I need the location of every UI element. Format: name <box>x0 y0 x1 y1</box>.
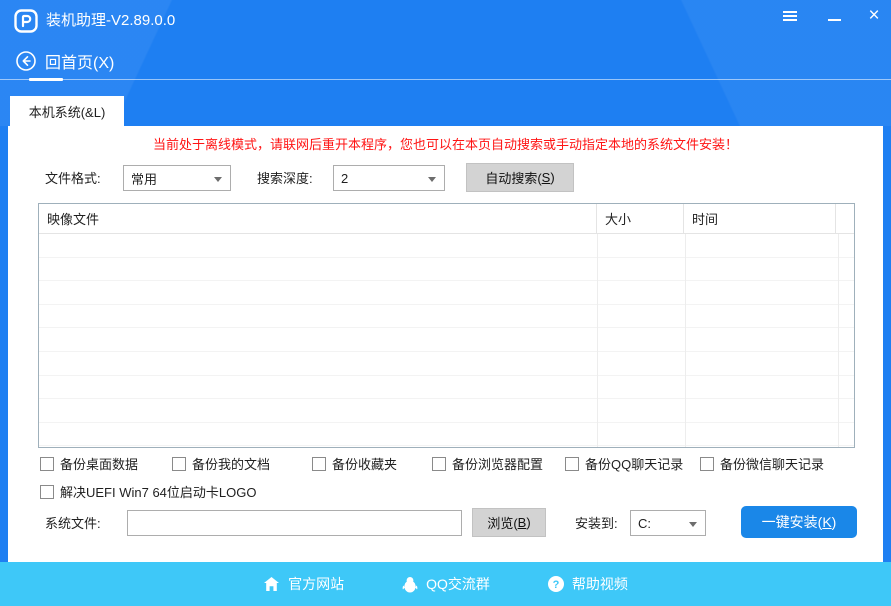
list-body <box>39 234 854 447</box>
column-header-size[interactable]: 大小 <box>597 204 684 233</box>
checkbox-label: 备份收藏夹 <box>332 454 397 473</box>
checkbox-icon <box>565 457 579 471</box>
chevron-down-icon <box>689 522 697 527</box>
list-row <box>39 352 854 376</box>
checkbox-backup-qq-chat[interactable]: 备份QQ聊天记录 <box>565 454 683 473</box>
column-header-time[interactable]: 时间 <box>684 204 836 233</box>
browse-mnemonic: B <box>518 515 527 530</box>
list-row <box>39 258 854 282</box>
file-format-label: 文件格式: <box>45 166 101 192</box>
footer-link-label: 帮助视频 <box>572 574 628 594</box>
chevron-down-icon <box>428 177 436 182</box>
main-panel: 当前处于离线模式，请联网后重开本程序，您也可以在本页自动搜索或手动指定本地的系统… <box>8 126 883 562</box>
list-row <box>39 399 854 423</box>
checkbox-uefi-logo-fix[interactable]: 解决UEFI Win7 64位启动卡LOGO <box>40 482 256 501</box>
titlebar: 装机助理-V2.89.0.0 × <box>0 0 891 42</box>
window-title: 装机助理-V2.89.0.0 <box>46 0 175 42</box>
home-icon <box>263 576 280 592</box>
question-circle-icon: ? <box>548 576 564 592</box>
list-header: 映像文件 大小 时间 <box>39 204 854 234</box>
back-home-label: 回首页(X) <box>45 49 114 73</box>
search-depth-select[interactable]: 2 <box>333 165 445 191</box>
minimize-button[interactable] <box>817 0 851 32</box>
auto-search-label: 自动搜索( <box>485 168 541 187</box>
close-button[interactable]: × <box>857 0 891 32</box>
checkbox-icon <box>700 457 714 471</box>
checkbox-icon <box>40 485 54 499</box>
list-row <box>39 234 854 258</box>
tab-label: 本机系统(&L) <box>29 102 106 121</box>
list-row <box>39 376 854 400</box>
qq-penguin-icon <box>402 576 418 593</box>
system-file-input[interactable] <box>127 510 462 536</box>
browse-suffix: ) <box>526 515 530 530</box>
footer-link-label: 官方网站 <box>288 574 344 594</box>
back-home-button[interactable]: 回首页(X) <box>16 42 114 79</box>
checkbox-backup-browser-config[interactable]: 备份浏览器配置 <box>432 454 543 473</box>
checkbox-label: 备份我的文档 <box>192 454 270 473</box>
install-drive-value: C: <box>638 516 651 531</box>
app-logo-icon <box>14 9 38 33</box>
nav-active-indicator <box>29 78 63 81</box>
list-row <box>39 281 854 305</box>
file-format-value: 常用 <box>131 169 157 188</box>
app-window: 装机助理-V2.89.0.0 × 回首页(X) 本机系统(&L) 当前处于离线模… <box>0 0 891 606</box>
qq-group-link[interactable]: QQ交流群 <box>402 574 490 594</box>
minimize-icon <box>828 19 841 21</box>
checkbox-backup-desktop[interactable]: 备份桌面数据 <box>40 454 138 473</box>
checkbox-backup-favorites[interactable]: 备份收藏夹 <box>312 454 397 473</box>
footer-link-label: QQ交流群 <box>426 574 490 594</box>
chevron-down-icon <box>214 177 222 182</box>
footer: 官方网站 QQ交流群 ? 帮助视频 <box>0 562 891 606</box>
column-header-image-file[interactable]: 映像文件 <box>39 204 597 233</box>
close-icon: × <box>868 5 879 27</box>
checkbox-label: 解决UEFI Win7 64位启动卡LOGO <box>60 482 256 501</box>
browse-button[interactable]: 浏览(B) <box>472 508 546 537</box>
install-mnemonic: K <box>822 514 831 530</box>
official-website-link[interactable]: 官方网站 <box>263 574 344 594</box>
back-arrow-icon <box>16 51 36 71</box>
column-header-spacer <box>836 204 854 233</box>
checkbox-label: 备份QQ聊天记录 <box>585 454 683 473</box>
auto-search-button[interactable]: 自动搜索(S) <box>466 163 574 192</box>
install-suffix: ) <box>832 514 837 530</box>
install-drive-select[interactable]: C: <box>630 510 706 536</box>
install-label: 一键安装( <box>762 512 823 532</box>
list-row <box>39 423 854 447</box>
help-videos-link[interactable]: ? 帮助视频 <box>548 574 628 594</box>
checkbox-icon <box>172 457 186 471</box>
hamburger-icon <box>783 9 797 23</box>
nav-divider <box>0 79 891 80</box>
tab-local-system[interactable]: 本机系统(&L) <box>10 96 124 126</box>
browse-label: 浏览( <box>487 513 517 532</box>
image-file-list[interactable]: 映像文件 大小 时间 <box>38 203 855 448</box>
one-click-install-button[interactable]: 一键安装(K) <box>741 506 857 538</box>
auto-search-suffix: ) <box>550 170 554 185</box>
checkbox-icon <box>40 457 54 471</box>
list-row <box>39 328 854 352</box>
checkbox-label: 备份浏览器配置 <box>452 454 543 473</box>
system-file-label: 系统文件: <box>45 511 101 537</box>
auto-search-mnemonic: S <box>542 170 551 185</box>
file-format-select[interactable]: 常用 <box>123 165 231 191</box>
checkbox-icon <box>432 457 446 471</box>
offline-warning-text: 当前处于离线模式，请联网后重开本程序，您也可以在本页自动搜索或手动指定本地的系统… <box>8 134 883 153</box>
search-depth-label: 搜索深度: <box>257 166 313 192</box>
checkbox-backup-documents[interactable]: 备份我的文档 <box>172 454 270 473</box>
list-row <box>39 305 854 329</box>
checkbox-icon <box>312 457 326 471</box>
checkbox-label: 备份微信聊天记录 <box>720 454 824 473</box>
install-to-label: 安装到: <box>575 511 618 537</box>
checkbox-backup-wechat-chat[interactable]: 备份微信聊天记录 <box>700 454 824 473</box>
svg-text:?: ? <box>553 579 560 591</box>
checkbox-label: 备份桌面数据 <box>60 454 138 473</box>
navbar: 回首页(X) <box>0 42 891 80</box>
search-depth-value: 2 <box>341 171 348 186</box>
menu-button[interactable] <box>773 0 807 32</box>
